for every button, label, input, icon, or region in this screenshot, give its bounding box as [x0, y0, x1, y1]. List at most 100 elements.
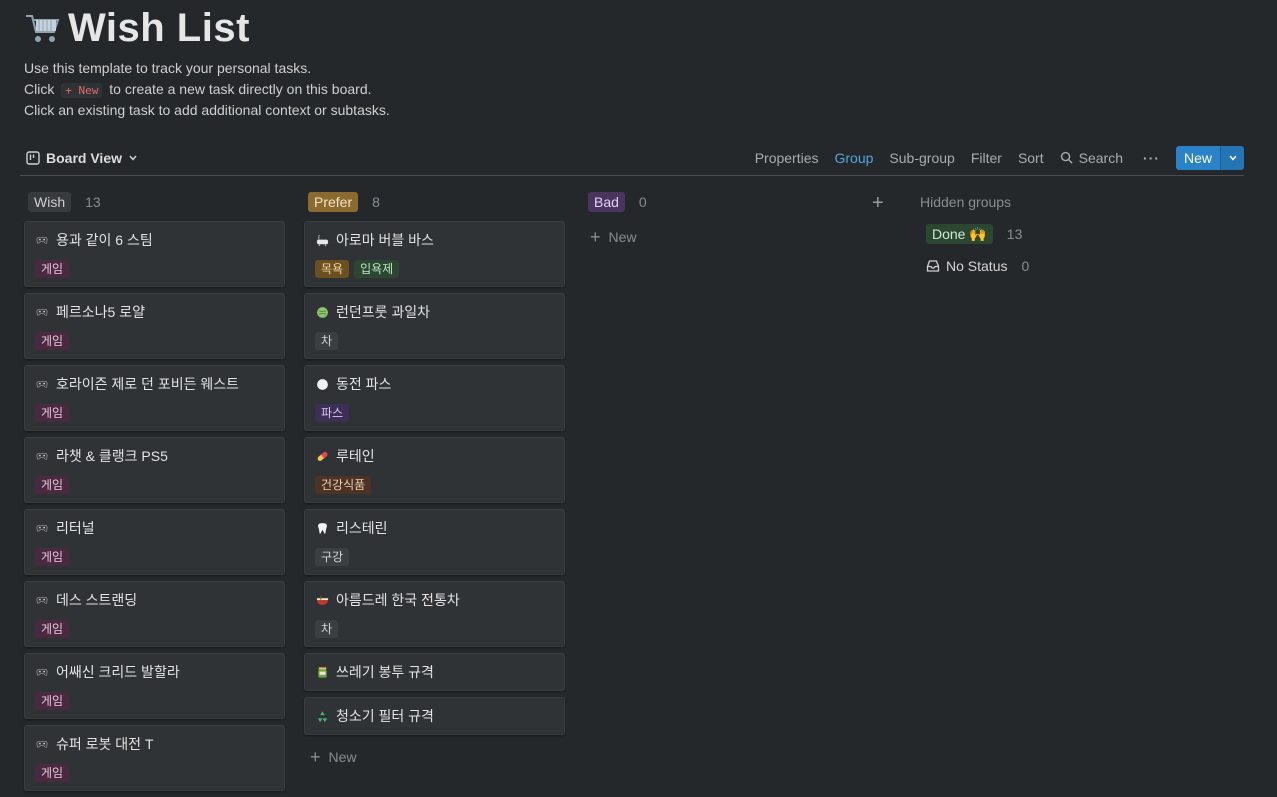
card-title: 루테인	[336, 448, 375, 464]
tag: 게임	[35, 620, 70, 638]
properties-button[interactable]: Properties	[747, 150, 827, 166]
board-card[interactable]: 라챗 & 클랭크 PS5 게임	[24, 437, 285, 503]
board-card[interactable]: 리터널 게임	[24, 509, 285, 575]
tag: 게임	[35, 476, 70, 494]
tag: 게임	[35, 548, 70, 566]
tag: 구강	[315, 548, 350, 566]
column-header[interactable]: Wish 13	[24, 186, 286, 218]
board-card[interactable]: 아름드레 한국 전통차차	[304, 581, 565, 647]
controller-icon	[35, 449, 49, 463]
group-label: Bad	[588, 192, 625, 212]
board-card[interactable]: 루테인건강식품	[304, 437, 565, 503]
tag: 게임	[35, 764, 70, 782]
hidden-group-done[interactable]: Done 🙌 13	[920, 218, 1120, 250]
board-view-icon	[26, 150, 40, 165]
hidden-groups: Hidden groups Done 🙌 13 No Status 0	[920, 186, 1120, 282]
column-header[interactable]: Prefer 8	[304, 186, 566, 218]
board-card[interactable]: 리스테린구강	[304, 509, 565, 575]
add-group-button[interactable]: +	[872, 192, 884, 215]
board-card[interactable]: 아로마 버블 바스목욕 입욕제	[304, 221, 565, 287]
controller-icon	[35, 521, 49, 535]
page-header: Wish List Use this template to track you…	[24, 4, 1254, 121]
page-title: Wish List	[68, 5, 250, 50]
inline-code: + New	[61, 83, 103, 98]
board-column-prefer: Prefer 8 아로마 버블 바스 목욕 입욕제 런던프룻 과일차 차 동전 파스 파스 루테인…	[304, 186, 566, 773]
tag: 파스	[315, 404, 350, 422]
search-icon	[1060, 151, 1073, 164]
board-card[interactable]: 어쌔신 크리드 발할라게임	[24, 653, 285, 719]
group-count: 8	[372, 194, 380, 210]
board-card[interactable]: 청소기 필터 규격	[304, 697, 565, 735]
tooth-icon	[315, 521, 329, 535]
card-title: 용과 같이 6 스팀	[56, 232, 153, 248]
chevron-down-icon	[129, 155, 137, 161]
card-title: 라챗 & 클랭크 PS5	[56, 448, 168, 464]
tag: 차	[315, 332, 339, 350]
tag: 게임	[35, 692, 70, 710]
card-title: 리스테린	[336, 520, 388, 536]
database-toolbar: Board View Properties Group Sub-group Fi…	[20, 140, 1244, 176]
controller-icon	[35, 593, 49, 607]
pill-icon	[315, 449, 329, 463]
group-label: Prefer	[308, 192, 359, 212]
new-button[interactable]: New	[1175, 145, 1244, 170]
melon-icon	[315, 305, 329, 319]
controller-icon	[35, 737, 49, 751]
more-options-button[interactable]: ···	[1131, 150, 1172, 166]
tag: 입욕제	[354, 260, 400, 278]
board-card[interactable]: 데스 스트랜딩게임	[24, 581, 285, 647]
group-label: Wish	[28, 192, 72, 212]
tag: 건강식품	[315, 476, 372, 494]
inbox-icon	[926, 260, 940, 272]
controller-icon	[35, 665, 49, 679]
board-card[interactable]: 쓰레기 봉투 규격	[304, 653, 565, 691]
bathtub-icon	[315, 233, 329, 247]
subgroup-button[interactable]: Sub-group	[881, 150, 962, 166]
card-title: 아로마 버블 바스	[336, 232, 434, 248]
card-title: 호라이즌 제로 던 포비든 웨스트	[56, 376, 239, 392]
card-title: 쓰레기 봉투 규격	[336, 664, 434, 680]
recycle-icon	[315, 709, 329, 723]
board-card[interactable]: 동전 파스파스	[304, 365, 565, 431]
card-title: 런던프룻 과일차	[336, 304, 431, 320]
view-switcher[interactable]: Board View	[20, 150, 138, 166]
board-card[interactable]: 호라이즌 제로 던 포비든 웨스트게임	[24, 365, 285, 431]
group-button[interactable]: Group	[827, 150, 882, 166]
card-title: 청소기 필터 규격	[336, 708, 434, 724]
card-title: 슈퍼 로봇 대전 T	[56, 736, 154, 752]
controller-icon	[35, 377, 49, 391]
add-card-button[interactable]: + New	[304, 741, 566, 773]
board-column-wish: Wish 13 용과 같이 6 스팀 게임 페르소나5 로얄 게임 호라이즌 제로 던 포비…	[24, 186, 286, 797]
filter-button[interactable]: Filter	[963, 150, 1010, 166]
search-button[interactable]: Search	[1052, 150, 1131, 166]
sort-button[interactable]: Sort	[1010, 150, 1052, 166]
card-title: 페르소나5 로얄	[56, 304, 145, 320]
board-card[interactable]: 런던프룻 과일차차	[304, 293, 565, 359]
shopping-cart-icon	[26, 15, 60, 42]
board-card[interactable]: 페르소나5 로얄 게임	[24, 293, 285, 359]
tag: 게임	[35, 260, 70, 278]
bowl-icon	[315, 593, 329, 607]
page-description: Use this template to track your personal…	[24, 60, 390, 118]
board-card[interactable]: 슈퍼 로봇 대전 T 게임	[24, 725, 285, 791]
card-title: 어쌔신 크리드 발할라	[56, 664, 180, 680]
card-title: 동전 파스	[336, 376, 392, 392]
new-dropdown[interactable]	[1220, 145, 1244, 170]
hidden-group-no-status[interactable]: No Status 0	[920, 250, 1120, 282]
card-title: 데스 스트랜딩	[56, 592, 138, 608]
tag: 목욕	[315, 260, 350, 278]
tag: 게임	[35, 404, 70, 422]
controller-icon	[35, 233, 49, 247]
card-title: 아름드레 한국 전통차	[336, 592, 460, 608]
board-card[interactable]: 용과 같이 6 스팀게임	[24, 221, 285, 287]
jar-icon	[315, 665, 329, 679]
plus-icon: +	[590, 226, 601, 247]
circle-icon	[315, 377, 329, 391]
chevron-down-icon	[1228, 155, 1237, 161]
board-column-bad: Bad 0 + New	[584, 186, 846, 253]
group-count: 0	[638, 194, 647, 210]
column-header[interactable]: Bad 0	[584, 186, 846, 218]
tag: 차	[315, 620, 339, 638]
add-card-button[interactable]: + New	[584, 221, 846, 253]
controller-icon	[35, 305, 49, 319]
